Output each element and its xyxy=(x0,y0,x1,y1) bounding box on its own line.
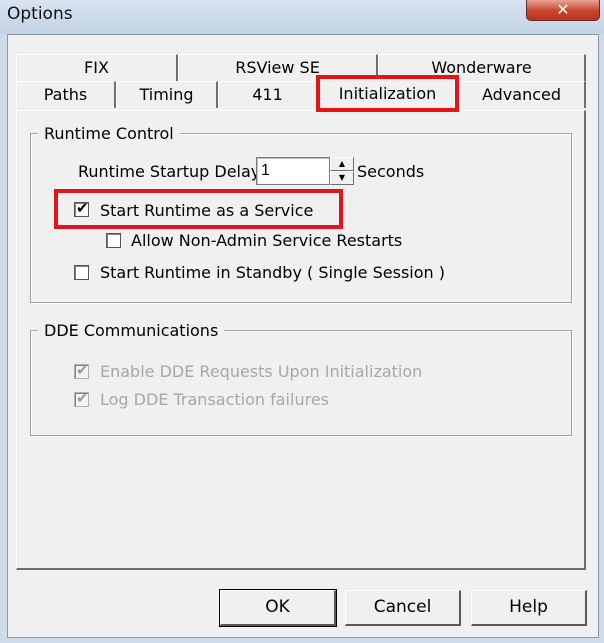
cancel-button[interactable]: Cancel xyxy=(345,590,461,626)
spinner-up-button[interactable]: ▲ xyxy=(330,157,354,171)
startup-delay-unit: Seconds xyxy=(357,162,425,181)
cancel-button-label: Cancel xyxy=(373,597,432,617)
log-dde-failures-label: Log DDE Transaction failures xyxy=(100,390,329,409)
allow-non-admin-restarts-checkbox[interactable] xyxy=(106,233,121,248)
startup-delay-input[interactable] xyxy=(256,157,330,185)
runtime-control-group-label: Runtime Control xyxy=(38,124,180,143)
ok-button[interactable]: OK xyxy=(219,589,337,627)
help-button[interactable]: Help xyxy=(471,590,587,626)
start-as-service-checkbox[interactable]: ✔ xyxy=(74,199,89,217)
tab-label: Advanced xyxy=(481,85,562,104)
tab-initialization[interactable]: Initialization xyxy=(318,78,458,110)
start-in-standby-label[interactable]: Start Runtime in Standby ( Single Sessio… xyxy=(100,263,445,282)
tab-label: FIX xyxy=(84,58,109,77)
arrow-up-icon: ▲ xyxy=(338,159,346,168)
dde-communications-group-label: DDE Communications xyxy=(38,321,225,340)
start-as-service-label[interactable]: Start Runtime as a Service xyxy=(100,201,313,220)
enable-dde-requests-checkbox[interactable]: ✔ xyxy=(74,361,89,379)
close-icon: ✕ xyxy=(556,0,570,19)
arrow-down-icon: ▼ xyxy=(338,173,346,182)
tab-label: Timing xyxy=(139,85,194,104)
title-bar: Options ✕ xyxy=(0,0,604,34)
check-mark-icon: ✔ xyxy=(76,361,89,379)
tab-wonderware[interactable]: Wonderware xyxy=(378,54,586,81)
close-button[interactable]: ✕ xyxy=(526,0,600,21)
enable-dde-requests-label: Enable DDE Requests Upon Initialization xyxy=(100,362,423,381)
tab-label: Paths xyxy=(43,85,88,104)
tab-paths[interactable]: Paths xyxy=(16,81,116,108)
help-button-label: Help xyxy=(509,597,548,617)
window-title: Options xyxy=(7,4,73,24)
check-mark-icon: ✔ xyxy=(76,389,89,407)
tab-label: Wonderware xyxy=(431,58,532,77)
ok-button-label: OK xyxy=(265,597,290,617)
log-dde-failures-checkbox[interactable]: ✔ xyxy=(74,389,89,407)
tab-label: RSView SE xyxy=(235,58,320,77)
tab-advanced[interactable]: Advanced xyxy=(458,81,586,108)
tab-label: Initialization xyxy=(338,84,437,103)
allow-non-admin-restarts-label[interactable]: Allow Non-Admin Service Restarts xyxy=(131,231,402,250)
check-mark-icon: ✔ xyxy=(76,199,89,217)
dde-communications-group xyxy=(30,330,572,436)
tab-rsview-se[interactable]: RSView SE xyxy=(178,54,378,81)
tab-label: 411 xyxy=(252,85,283,104)
tab-fix[interactable]: FIX xyxy=(16,54,178,81)
startup-delay-spinner: ▲ ▼ xyxy=(330,157,354,185)
tab-timing[interactable]: Timing xyxy=(116,81,218,108)
startup-delay-label: Runtime Startup Delay: xyxy=(78,162,265,181)
start-in-standby-checkbox[interactable] xyxy=(74,265,89,280)
tab-411[interactable]: 411 xyxy=(218,81,318,108)
spinner-down-button[interactable]: ▼ xyxy=(330,171,354,185)
